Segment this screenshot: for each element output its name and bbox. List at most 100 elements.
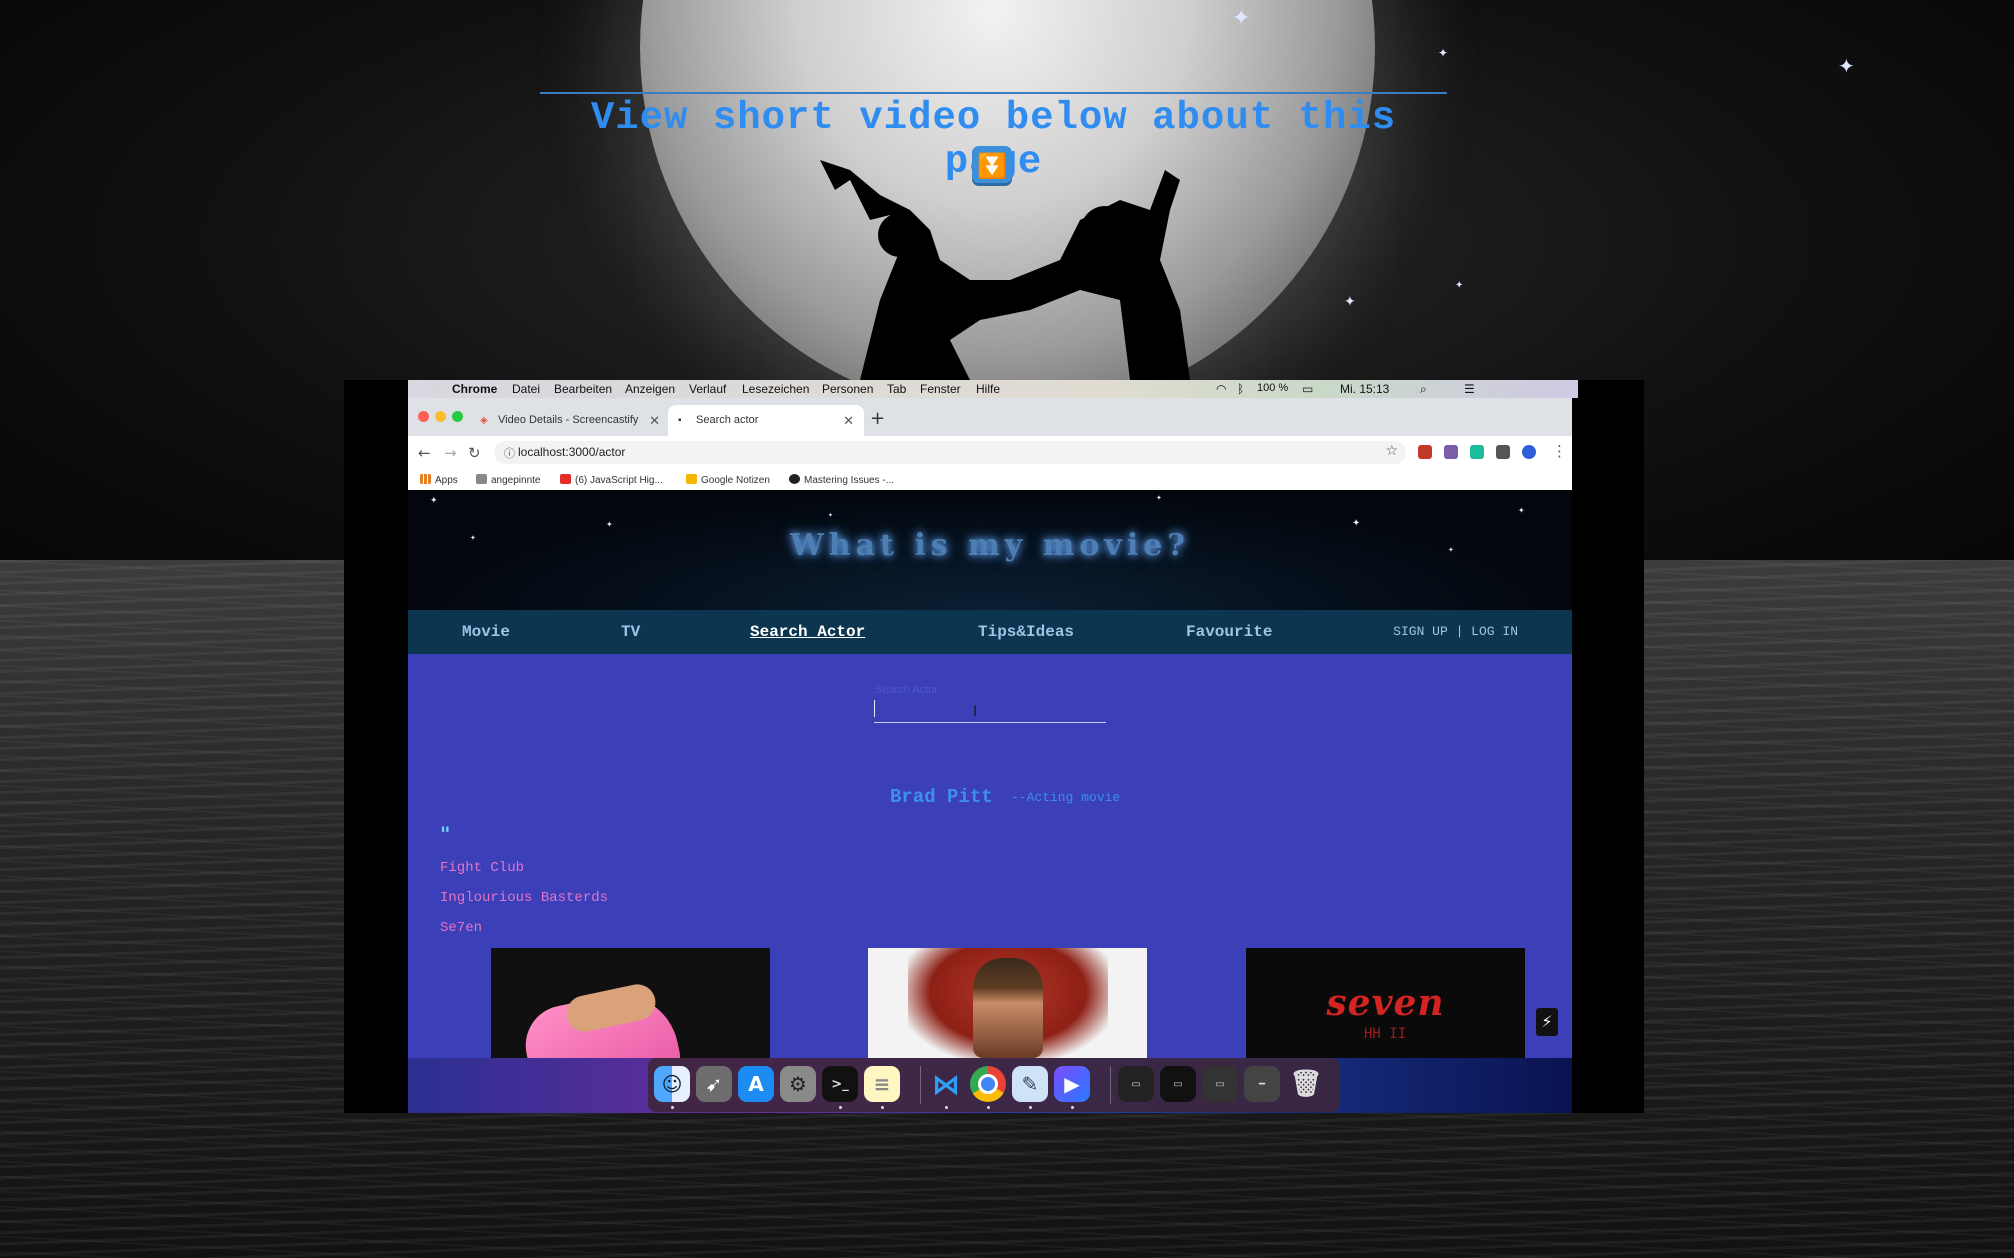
- movie-link-inglourious-basterds[interactable]: Inglourious Basterds: [440, 890, 608, 906]
- tab-close-icon[interactable]: ✕: [843, 413, 854, 429]
- omnibox[interactable]: ⓘ localhost:3000/actor ☆: [494, 441, 1406, 464]
- tab-video-details[interactable]: ◈ Video Details - Screencastify ✕: [470, 405, 670, 436]
- menu-lesezeichen[interactable]: Lesezeichen: [742, 382, 809, 396]
- extension-icon[interactable]: [1418, 445, 1432, 459]
- reload-icon[interactable]: ↻: [468, 444, 481, 462]
- battery-percent[interactable]: 100 %: [1257, 382, 1288, 394]
- window-minimize-button[interactable]: [435, 411, 446, 422]
- terminal-icon[interactable]: >_: [822, 1066, 858, 1102]
- window-close-button[interactable]: [418, 411, 429, 422]
- bookmark-mastering-issues[interactable]: Mastering Issues -...: [789, 474, 894, 486]
- web-page: ✦ ✦ ✦ ✦ ✦ ✦ ✦ ✦ What is my movie? Movie …: [408, 490, 1572, 1058]
- menubar-app-name[interactable]: Chrome: [452, 382, 497, 396]
- vscode-icon[interactable]: ⋈: [928, 1066, 964, 1102]
- star-icon: ✦: [430, 496, 438, 506]
- search-actor-label: Search Actor: [875, 684, 938, 696]
- extension-icon[interactable]: [1444, 445, 1458, 459]
- finder-icon[interactable]: ☺: [654, 1066, 690, 1102]
- menu-anzeigen[interactable]: Anzeigen: [625, 382, 675, 396]
- bookmark-javascript[interactable]: (6) JavaScript Hig...: [560, 474, 663, 486]
- menu-tab[interactable]: Tab: [887, 382, 906, 396]
- info-icon[interactable]: ⓘ: [504, 445, 515, 461]
- actor-name: Brad Pitt: [890, 786, 993, 808]
- tab-strip: ◈ Video Details - Screencastify ✕ ▪ Sear…: [408, 398, 1572, 436]
- star-icon: ✦: [1438, 46, 1449, 60]
- chrome-menu-icon[interactable]: ⋮: [1552, 442, 1567, 460]
- running-indicator: [1029, 1106, 1032, 1109]
- double-down-arrow-icon: ⏬: [972, 146, 1012, 186]
- movie-link-fight-club[interactable]: Fight Club: [440, 860, 524, 876]
- trash-icon[interactable]: 🗑: [1288, 1066, 1324, 1102]
- running-indicator: [1071, 1106, 1074, 1109]
- star-icon: ✦: [1455, 280, 1464, 291]
- running-indicator: [671, 1106, 674, 1109]
- extensions-puzzle-icon[interactable]: [1496, 445, 1510, 459]
- url-text[interactable]: localhost:3000/actor: [518, 445, 625, 459]
- search-actor-input[interactable]: [874, 698, 1106, 723]
- chrome-window-thumbnail[interactable]: ▭: [1118, 1066, 1154, 1102]
- tab-close-icon[interactable]: ✕: [649, 413, 660, 429]
- quote-mark: ": [440, 822, 451, 846]
- menu-fenster[interactable]: Fenster: [920, 382, 961, 396]
- chrome-minimized-thumbnail[interactable]: ━: [1244, 1066, 1280, 1102]
- screencastify-dock-icon[interactable]: ▶: [1054, 1066, 1090, 1102]
- finder-window-thumbnail[interactable]: ▭: [1202, 1066, 1238, 1102]
- forward-arrow-icon[interactable]: →: [444, 444, 457, 462]
- poster-fight-club[interactable]: [491, 948, 770, 1058]
- menu-verlauf[interactable]: Verlauf: [689, 382, 726, 396]
- bookmark-folder-angepinnte[interactable]: angepinnte: [476, 474, 541, 486]
- battery-icon[interactable]: ▭: [1302, 382, 1313, 396]
- nav-favourite[interactable]: Favourite: [1186, 623, 1272, 641]
- poster-logo-text: seven: [1326, 982, 1445, 1024]
- nav-search-actor[interactable]: Search Actor: [750, 623, 865, 641]
- star-icon: ✦: [1838, 54, 1855, 78]
- macos-dock: ☺ ➹ A ⚙ >_ ≡ ⋈ ✎ ▶ ▭ ▭ ▭ ━ 🗑: [648, 1058, 1340, 1112]
- bluetooth-icon[interactable]: ᛒ: [1237, 382, 1244, 396]
- chrome-window: ◈ Video Details - Screencastify ✕ ▪ Sear…: [408, 398, 1572, 1058]
- signup-login-link[interactable]: SIGN UP | LOG IN: [1393, 624, 1518, 639]
- menubar-clock[interactable]: Mi. 15:13: [1340, 382, 1389, 396]
- apps-grid-icon: [420, 474, 431, 484]
- new-tab-button[interactable]: +: [870, 408, 885, 429]
- bookmarks-bar: Apps angepinnte (6) JavaScript Hig... Go…: [408, 470, 1572, 491]
- movie-link-se7en[interactable]: Se7en: [440, 920, 482, 936]
- actor-subtitle: --Acting movie: [1011, 790, 1121, 805]
- site-title: What is my movie?: [790, 528, 1190, 563]
- nav-movie[interactable]: Movie: [462, 623, 510, 641]
- bookmark-google-notizen[interactable]: Google Notizen: [686, 474, 770, 486]
- running-indicator: [881, 1106, 884, 1109]
- lightning-bolt-icon[interactable]: ⚡: [1536, 1008, 1558, 1036]
- chrome-icon[interactable]: [970, 1066, 1006, 1102]
- nav-tv[interactable]: TV: [621, 623, 640, 641]
- preview-icon[interactable]: ✎: [1012, 1066, 1048, 1102]
- profile-avatar[interactable]: [1522, 445, 1536, 459]
- nav-tips-ideas[interactable]: Tips&Ideas: [978, 623, 1074, 641]
- search-actor-section: Search Actor I Brad Pitt --Acting movie …: [408, 654, 1572, 1058]
- terminal-window-thumbnail[interactable]: ▭: [1160, 1066, 1196, 1102]
- tab-search-actor[interactable]: ▪ Search actor ✕: [668, 405, 864, 436]
- menu-personen[interactable]: Personen: [822, 382, 873, 396]
- notes-icon[interactable]: ≡: [864, 1066, 900, 1102]
- control-center-icon[interactable]: ☰: [1464, 382, 1475, 396]
- bookmark-star-icon[interactable]: ☆: [1385, 443, 1398, 459]
- window-zoom-button[interactable]: [452, 411, 463, 422]
- wifi-icon[interactable]: ◠: [1216, 382, 1226, 396]
- dock-separator: [920, 1066, 921, 1104]
- ibeam-cursor-icon: I: [973, 704, 978, 720]
- extension-icon[interactable]: [1470, 445, 1484, 459]
- back-arrow-icon[interactable]: ←: [418, 444, 431, 462]
- tab-label: Video Details - Screencastify: [498, 414, 639, 426]
- macos-menubar: Chrome Datei Bearbeiten Anzeigen Verlauf…: [408, 380, 1578, 398]
- bookmark-apps[interactable]: Apps: [420, 474, 458, 486]
- menu-bearbeiten[interactable]: Bearbeiten: [554, 382, 612, 396]
- menu-datei[interactable]: Datei: [512, 382, 540, 396]
- text-cursor: [874, 700, 875, 717]
- poster-se7en[interactable]: seven HH II: [1246, 948, 1525, 1058]
- app-store-icon[interactable]: A: [738, 1066, 774, 1102]
- system-preferences-icon[interactable]: ⚙: [780, 1066, 816, 1102]
- launchpad-icon[interactable]: ➹: [696, 1066, 732, 1102]
- menu-hilfe[interactable]: Hilfe: [976, 382, 1000, 396]
- star-icon: ✦: [828, 512, 834, 519]
- poster-inglourious-basterds[interactable]: [868, 948, 1147, 1058]
- spotlight-search-icon[interactable]: ⌕: [1420, 382, 1427, 397]
